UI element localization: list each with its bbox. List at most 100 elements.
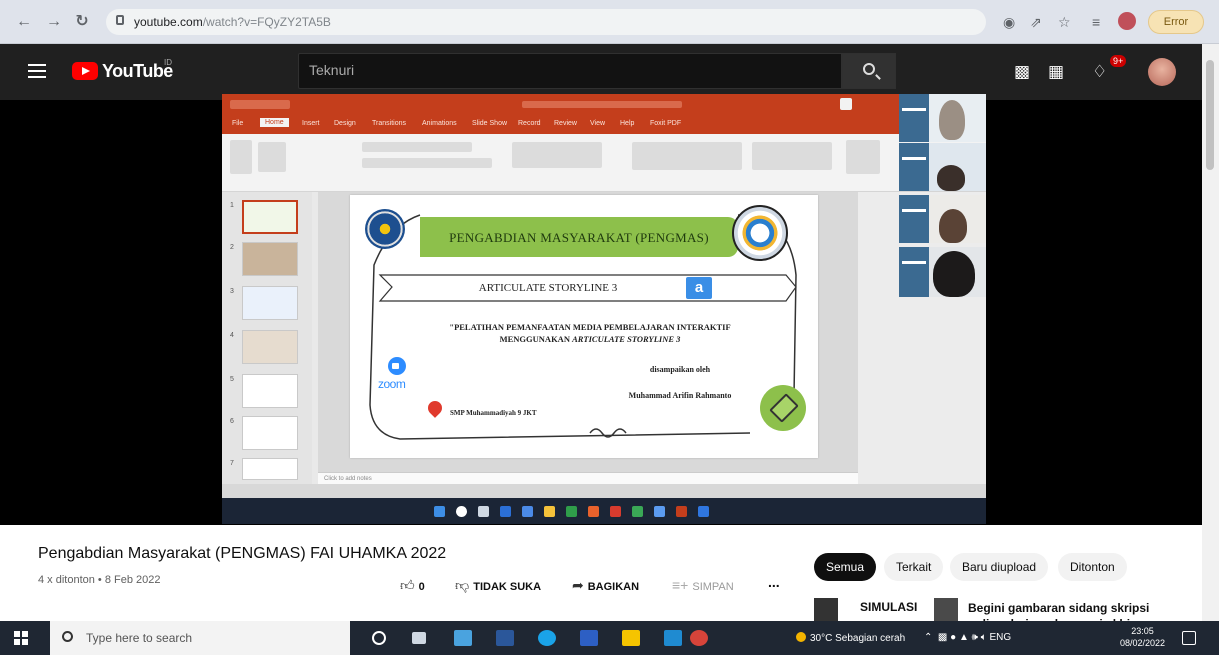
zoom-logo: zoom (378, 357, 420, 397)
app-icon (610, 506, 621, 517)
notifications-bell-icon[interactable]: ♢ (1092, 62, 1107, 82)
windows-taskbar: Type here to search 30°C Sebagian cerah … (0, 621, 1219, 655)
clock-time: 23:05 (1131, 626, 1154, 636)
scrollbar-thumb[interactable] (1206, 60, 1214, 170)
ppt-tab-insert: Insert (302, 120, 320, 127)
slide-thumb-1 (242, 200, 298, 234)
paste-icon (230, 140, 252, 174)
document-title-blur (522, 101, 682, 108)
app-icon (632, 506, 643, 517)
thumb-number: 2 (230, 244, 234, 251)
word-icon[interactable] (496, 630, 514, 646)
app-icon[interactable] (664, 630, 682, 646)
bookmark-star-icon[interactable]: ☆ (1058, 14, 1071, 30)
app-icon (500, 506, 511, 517)
slide-heading: "PELATIHAN PEMANFAATAN MEDIA PEMBELAJARA… (390, 321, 790, 345)
recommendation-thumbnail[interactable] (934, 598, 958, 622)
recommendation-title[interactable]: SIMULASI (860, 600, 917, 614)
participant-avatar (939, 100, 965, 140)
address-url: youtube.com/watch?v=FQyZY2TA5B (134, 15, 331, 29)
ppt-titlebar (222, 94, 986, 116)
video-windows-taskbar (222, 498, 986, 524)
webcam-banner (899, 247, 929, 297)
ppt-ribbon-tabs: File Home Insert Design Transitions Anim… (222, 116, 986, 134)
powerpoint-icon (676, 506, 687, 517)
windows-start-icon[interactable] (14, 631, 28, 645)
sticky-notes-icon[interactable] (622, 630, 640, 646)
save-button[interactable]: ≡+ SIMPAN (672, 577, 734, 593)
app-icon (522, 506, 533, 517)
apps-grid-icon[interactable]: ▦ (1048, 62, 1064, 82)
ppt-tab-home: Home (260, 118, 289, 127)
ppt-statusbar (222, 484, 986, 498)
zoom-icon (698, 506, 709, 517)
country-code: ID (164, 58, 172, 67)
reload-icon[interactable]: ↻ (72, 12, 92, 32)
playlist-add-icon: ≡+ (672, 577, 689, 593)
share-arrow-icon: ➦ (572, 577, 584, 593)
slide-title: PENGABDIAN MASYARAKAT (PENGMAS) (449, 230, 709, 245)
ppt-tab-help: Help (620, 120, 635, 127)
slide-subtitle-banner: ARTICULATE STORYLINE 3 (378, 271, 788, 305)
recommendation-thumbnail[interactable] (814, 598, 838, 622)
recommendation-title[interactable]: Begini gambaran sidang skripsi online da… (968, 600, 1158, 622)
ppt-window-button (840, 98, 852, 110)
new-slide-icon (258, 142, 286, 172)
ppt-tab-slideshow: Slide Show (472, 120, 508, 127)
profile-error-button[interactable]: Error (1148, 10, 1204, 34)
taskbar-clock[interactable]: 23:05 08/02/2022 (1120, 625, 1165, 649)
slide-thumbnails: 1 2 3 4 5 6 7 (222, 192, 312, 484)
search-icon (456, 506, 467, 517)
profile-avatar[interactable] (1118, 12, 1136, 30)
weather-text: 30°C Sebagian cerah (810, 633, 906, 644)
menu-icon[interactable] (28, 64, 46, 78)
taskbar-search[interactable]: Type here to search (50, 621, 350, 655)
clock-date: 08/02/2022 (1120, 638, 1166, 648)
system-tray[interactable]: ⌃ ▩ ● ▲ 🕪︎ 🔈︎ ENG (924, 632, 1011, 643)
chrome-icon[interactable] (690, 630, 708, 646)
share-icon[interactable]: ⇗ (1030, 14, 1042, 30)
back-icon[interactable]: ← (14, 12, 34, 32)
like-button[interactable]: 👍︎ 0 (400, 577, 425, 594)
app-icon[interactable] (454, 630, 472, 646)
chip-ditonton[interactable]: Ditonton (1058, 553, 1127, 581)
more-actions-button[interactable]: ... (768, 574, 780, 590)
search-icon (863, 63, 875, 75)
share-button[interactable]: ➦ BAGIKAN (572, 577, 639, 594)
search-input[interactable] (309, 62, 829, 78)
folder-icon (544, 506, 555, 517)
create-video-icon[interactable]: ▩ (1014, 62, 1030, 82)
notification-center-icon[interactable] (1182, 631, 1196, 645)
webcam-banner (899, 94, 929, 142)
language-indicator[interactable]: ENG (990, 632, 1012, 643)
slide-thumb-3 (242, 286, 298, 320)
reading-list-icon[interactable]: ≡ (1092, 14, 1100, 30)
presented-by-label: disampaikan oleh (649, 365, 711, 374)
cortana-icon[interactable] (372, 631, 386, 645)
app-icon (566, 506, 577, 517)
task-view-icon[interactable] (412, 632, 426, 644)
video-meta: 4 x ditonton • 8 Feb 2022 (38, 574, 161, 586)
start-icon (434, 506, 445, 517)
chip-terkait[interactable]: Terkait (884, 553, 944, 581)
edge-icon[interactable] (538, 630, 556, 646)
weather-widget[interactable]: 30°C Sebagian cerah (796, 632, 905, 644)
share-label: BAGIKAN (587, 581, 640, 593)
dislike-button[interactable]: 👎︎ TIDAK SUKA (455, 577, 541, 594)
paragraph-group (512, 142, 602, 168)
font-format-row (362, 158, 492, 168)
thumb-number: 1 (230, 202, 234, 209)
google-lens-icon[interactable]: ◉ (1003, 14, 1015, 30)
chip-baru-diupload[interactable]: Baru diupload (950, 553, 1049, 581)
webcam-banner (899, 195, 929, 243)
slide-thumb-2 (242, 242, 298, 276)
app-icon[interactable] (580, 630, 598, 646)
address-bar[interactable]: youtube.com/watch?v=FQyZY2TA5B (106, 9, 986, 35)
chip-semua[interactable]: Semua (814, 553, 877, 581)
search-button[interactable] (842, 53, 896, 89)
forward-icon[interactable]: → (44, 12, 64, 32)
account-avatar[interactable] (1148, 58, 1176, 86)
browser-toolbar: ← → ↻ youtube.com/watch?v=FQyZY2TA5B ◉ ⇗… (0, 0, 1219, 44)
slide-thumb-7 (242, 458, 298, 480)
slide-subtitle: ARTICULATE STORYLINE 3 (478, 282, 618, 294)
